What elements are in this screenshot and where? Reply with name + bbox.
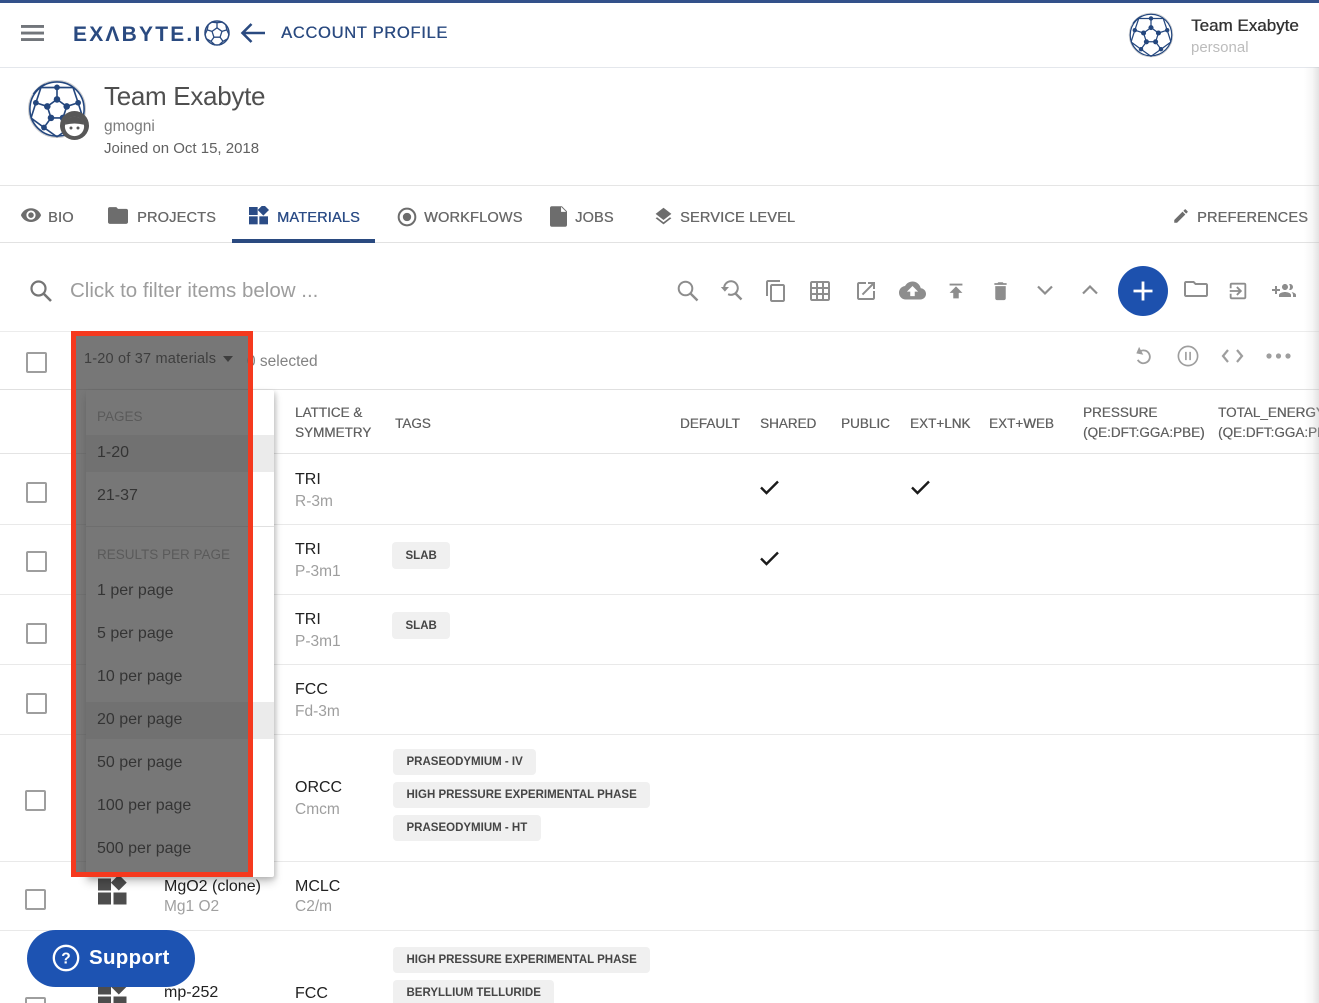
svg-text:?: ?	[61, 951, 70, 968]
